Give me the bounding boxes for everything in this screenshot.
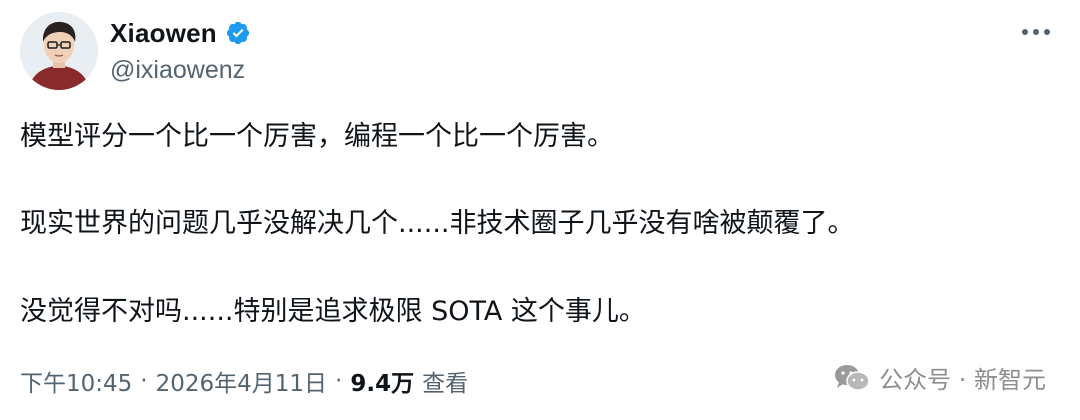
tweet-card: Xiaowen @ixiaowenz 模型评分一个比一个厉害，编程一个比一个厉害… xyxy=(0,0,1080,420)
tweet-text-line: 现实世界的问题几乎没解决几个......非技术圈子几乎没有啥被颠覆了。 xyxy=(20,208,855,239)
tweet-time[interactable]: 下午10:45 xyxy=(20,364,132,398)
watermark-text: 公众号 · 新智元 xyxy=(879,366,1046,394)
more-options-button[interactable] xyxy=(1016,18,1056,46)
author-handle[interactable]: @ixiaowenz xyxy=(110,56,245,85)
watermark: 公众号 · 新智元 xyxy=(833,360,1046,395)
author-display-name[interactable]: Xiaowen xyxy=(110,18,217,49)
meta-separator: · xyxy=(140,368,148,394)
avatar[interactable] xyxy=(20,12,98,90)
tweet-text-line: 没觉得不对吗......特别是追求极限 SOTA 这个事儿。 xyxy=(20,296,646,327)
avatar-illustration xyxy=(20,12,98,90)
more-options-icon xyxy=(1022,29,1050,35)
views-label: 查看 xyxy=(422,371,469,397)
author-name-row: Xiaowen xyxy=(110,16,251,50)
meta-separator: · xyxy=(335,368,343,394)
tweet-date[interactable]: 2026年4月11日 xyxy=(156,364,327,398)
tweet-text-line: 模型评分一个比一个厉害，编程一个比一个厉害。 xyxy=(20,121,614,152)
wechat-logo-icon xyxy=(833,362,871,394)
views-count: 9.4万 xyxy=(350,371,415,397)
verified-badge-icon xyxy=(225,20,251,46)
tweet-meta: 下午10:45 · 2026年4月11日 · 9.4万 查看 xyxy=(20,364,468,398)
